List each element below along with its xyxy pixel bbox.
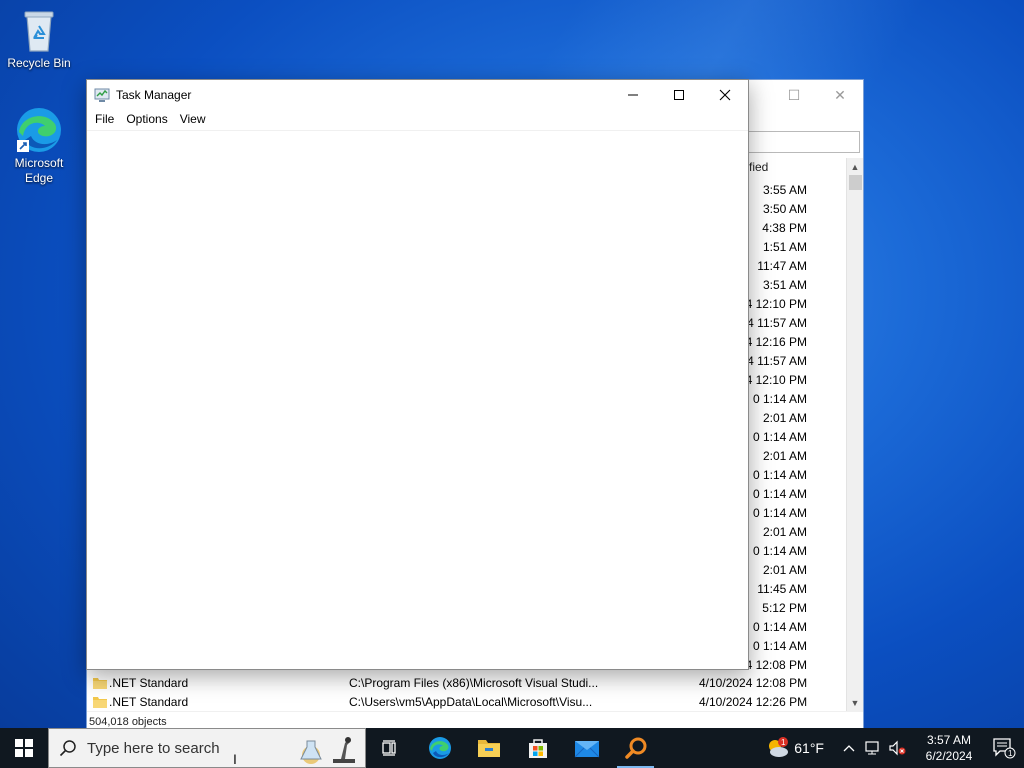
explorer-scrollbar[interactable]: ▲ ▼ <box>846 158 863 711</box>
scroll-down-arrow-icon[interactable]: ▼ <box>847 694 863 711</box>
notification-count-badge: 1 <box>1008 749 1013 758</box>
explorer-close-button[interactable]: ✕ <box>817 80 863 110</box>
task-manager-icon <box>94 88 110 102</box>
microsoft-store-icon <box>528 739 547 758</box>
text-cursor-icon: I <box>233 751 237 767</box>
file-explorer-icon <box>477 740 500 757</box>
notification-icon: 1 <box>993 738 1016 759</box>
folder-icon <box>93 697 107 708</box>
clock-date: 6/2/2024 <box>925 749 973 763</box>
column-header-date-modified[interactable]: fied <box>749 160 768 174</box>
close-icon <box>719 89 731 101</box>
taskbar: Type here to search I 1 61°F 3:57 AM 6/2… <box>0 728 1024 768</box>
taskbar-search-app-button[interactable] <box>611 728 660 768</box>
magnifier-app-icon <box>624 737 646 759</box>
recycle-bin-icon <box>24 11 54 52</box>
menu-view[interactable]: View <box>174 110 212 130</box>
desktop-icon-microsoft-edge[interactable]: Microsoft Edge <box>3 106 75 186</box>
row-name: .NET Standard <box>109 695 189 709</box>
table-row[interactable]: .NET Standard C:\Users\vm5\AppData\Local… <box>87 693 846 712</box>
taskbar-clock[interactable]: 3:57 AM 6/2/2024 <box>914 732 984 764</box>
edge-icon <box>17 108 61 152</box>
weather-widget[interactable]: 1 61°F <box>764 736 824 760</box>
folder-icon <box>93 678 107 689</box>
network-icon <box>865 741 879 755</box>
desktop-icon-label: Microsoft Edge <box>14 156 64 185</box>
menu-file[interactable]: File <box>89 110 120 130</box>
task-manager-titlebar[interactable]: Task Manager <box>87 80 748 110</box>
row-date: 4/10/2024 12:26 PM <box>699 695 808 709</box>
desktop-icon-label: Recycle Bin <box>7 56 71 70</box>
window-controls <box>610 80 748 110</box>
maximize-button[interactable] <box>656 80 702 110</box>
menu-bar: File Options View <box>87 110 748 130</box>
menu-options[interactable]: Options <box>120 110 173 130</box>
taskbar-file-explorer-button[interactable] <box>464 728 513 768</box>
taskbar-search-box[interactable]: Type here to search I <box>48 728 366 768</box>
task-manager-content-area <box>87 130 748 669</box>
task-view-icon <box>381 740 396 756</box>
weather-cloudy-icon: 1 <box>769 737 789 757</box>
taskbar-mail-button[interactable] <box>562 728 611 768</box>
search-placeholder: Type here to search <box>87 739 220 757</box>
minimize-button[interactable] <box>610 80 656 110</box>
chevron-up-icon <box>843 745 855 752</box>
windows-logo-icon <box>15 739 33 757</box>
taskbar-edge-button[interactable] <box>415 728 464 768</box>
table-row[interactable]: .NET Standard C:\Program Files (x86)\Mic… <box>87 674 846 693</box>
edge-icon <box>428 737 451 759</box>
taskbar-store-button[interactable] <box>513 728 562 768</box>
search-icon <box>59 740 76 757</box>
row-path: C:\Program Files (x86)\Microsoft Visual … <box>349 676 599 690</box>
explorer-maximize-button[interactable]: ☐ <box>771 80 817 110</box>
task-manager-window[interactable]: Task Manager File Options View <box>86 79 749 670</box>
maximize-icon <box>674 90 684 100</box>
row-path: C:\Users\vm5\AppData\Local\Microsoft\Vis… <box>349 695 593 709</box>
window-title: Task Manager <box>116 88 192 102</box>
file-list: .NET Standard C:\Program Files (x86)\Mic… <box>87 674 846 712</box>
minimize-icon <box>628 94 638 96</box>
desktop-icon-recycle-bin[interactable]: Recycle Bin <box>3 8 75 71</box>
action-center-button[interactable]: 1 <box>984 728 1024 768</box>
weather-alert-badge: 1 <box>781 738 786 747</box>
weather-temperature: 61°F <box>794 740 824 756</box>
clock-time: 3:57 AM <box>926 733 972 747</box>
close-button[interactable] <box>702 80 748 110</box>
start-button[interactable] <box>0 728 48 768</box>
volume-muted-icon <box>889 740 906 756</box>
system-tray: 1 61°F 3:57 AM 6/2/2024 1 <box>764 728 1024 768</box>
row-date: 4/10/2024 12:08 PM <box>699 676 808 690</box>
row-name: .NET Standard <box>109 676 189 690</box>
scroll-up-arrow-icon[interactable]: ▲ <box>847 158 863 175</box>
show-hidden-icons-button[interactable] <box>838 744 860 752</box>
scroll-thumb[interactable] <box>849 175 862 190</box>
search-highlight-science-icon <box>300 737 355 764</box>
volume-button[interactable] <box>886 740 908 756</box>
network-button[interactable] <box>862 740 884 756</box>
mail-icon <box>574 741 599 758</box>
task-view-button[interactable] <box>366 728 415 768</box>
